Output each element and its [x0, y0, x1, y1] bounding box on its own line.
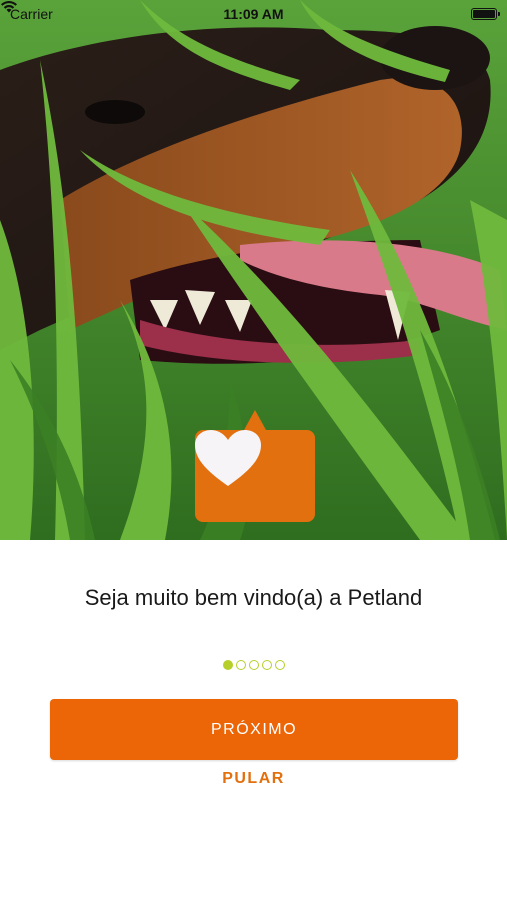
welcome-title: Seja muito bem vindo(a) a Petland	[84, 585, 423, 610]
battery-level	[473, 10, 495, 18]
hero-photo: Carrier 11:09 AM	[0, 0, 507, 540]
page-dot-3[interactable]	[248, 660, 259, 670]
page-dot-4[interactable]	[261, 660, 272, 670]
battery-icon	[471, 8, 500, 20]
skip-button[interactable]: PULAR	[0, 770, 507, 794]
next-button[interactable]: PRÓXIMO	[50, 699, 458, 760]
page-indicator[interactable]	[0, 660, 507, 670]
heart-icon	[195, 430, 261, 486]
onboarding-screen: Carrier 11:09 AM Seja muito bem vindo(a)…	[0, 0, 507, 900]
heart-badge	[195, 410, 315, 522]
status-bar: Carrier 11:09 AM	[0, 0, 507, 28]
page-dot-1[interactable]	[222, 660, 233, 670]
page-dot-5[interactable]	[274, 660, 285, 670]
status-time: 11:09 AM	[223, 6, 284, 22]
page-dot-2[interactable]	[235, 660, 246, 670]
